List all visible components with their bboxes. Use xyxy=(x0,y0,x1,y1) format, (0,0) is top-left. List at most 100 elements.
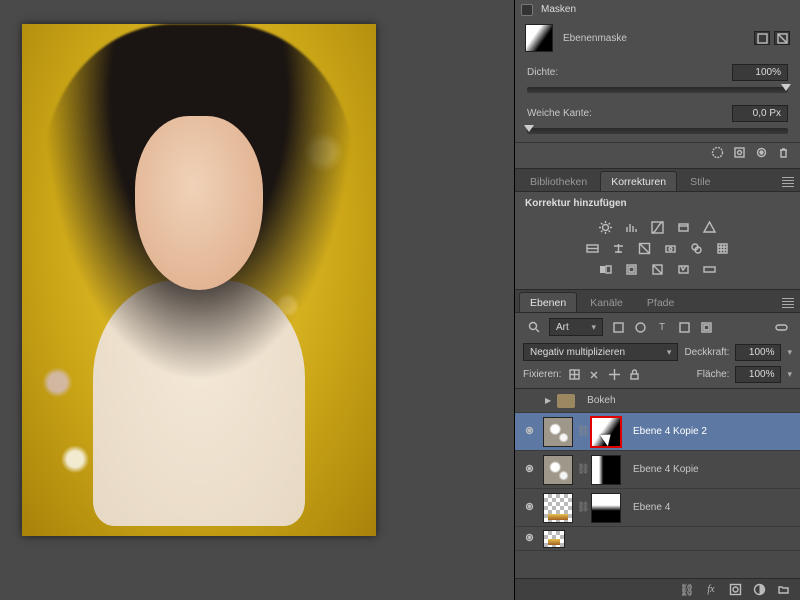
layers-footer: ⛓ fx xyxy=(515,578,800,600)
fx-icon[interactable]: fx xyxy=(704,583,718,596)
layer-group-row[interactable]: ▶ Bokeh xyxy=(515,389,800,413)
layer-name[interactable]: Ebene 4 Kopie xyxy=(633,464,699,475)
masks-panel-title: Masken xyxy=(541,4,576,15)
layer-row[interactable]: ⛓ Ebene 4 Kopie 2 xyxy=(515,413,800,451)
adj-vibrance[interactable] xyxy=(700,218,720,236)
canvas-area[interactable] xyxy=(0,0,514,600)
mask-type-label: Ebenenmaske xyxy=(563,33,750,44)
add-mask-icon[interactable] xyxy=(728,583,742,596)
mask-thumbnail[interactable] xyxy=(525,24,553,52)
adj-channel-mixer[interactable] xyxy=(687,239,707,257)
layer-mask-thumbnail[interactable] xyxy=(591,455,621,485)
panel-menu-icon[interactable] xyxy=(782,177,794,187)
layer-name[interactable]: Ebene 4 Kopie 2 xyxy=(633,426,707,437)
adj-brightness[interactable] xyxy=(596,218,616,236)
layer-name[interactable]: Ebene 4 xyxy=(633,502,670,513)
right-panels: Masken Ebenenmaske Dichte: 100% Weiche K… xyxy=(514,0,800,600)
link-layers-icon[interactable]: ⛓ xyxy=(680,583,694,596)
link-icon[interactable]: ⛓ xyxy=(577,502,587,513)
delete-mask-icon[interactable] xyxy=(776,146,790,159)
chevron-down-icon[interactable]: ▾ xyxy=(787,347,792,358)
filter-type-icon[interactable]: T xyxy=(655,320,669,334)
disclosure-triangle-icon[interactable]: ▶ xyxy=(545,396,551,405)
adj-gradient-map[interactable] xyxy=(700,260,720,278)
feather-slider[interactable] xyxy=(527,128,788,134)
layer-mask-thumbnail[interactable] xyxy=(591,417,621,447)
layer-row[interactable] xyxy=(515,527,800,551)
fill-field[interactable]: 100% xyxy=(735,366,781,383)
link-icon[interactable]: ⛓ xyxy=(577,426,587,437)
layer-row[interactable]: ⛓ Ebene 4 xyxy=(515,489,800,527)
lock-all-icon[interactable] xyxy=(627,368,641,382)
visibility-icon[interactable] xyxy=(519,424,539,440)
layers-panel: Ebenen Kanäle Pfade Art▾ T xyxy=(515,290,800,600)
layer-thumbnail[interactable] xyxy=(543,455,573,485)
layer-filter-select[interactable]: Art▾ xyxy=(549,318,603,336)
adj-posterize[interactable] xyxy=(622,260,642,278)
adj-threshold[interactable] xyxy=(648,260,668,278)
vector-mask-button[interactable] xyxy=(774,31,790,45)
visibility-icon[interactable] xyxy=(519,462,539,478)
panel-menu-icon[interactable] xyxy=(782,298,794,308)
visibility-icon[interactable] xyxy=(519,531,539,547)
fill-label: Fläche: xyxy=(697,369,730,380)
layer-list[interactable]: ▶ Bokeh ⛓ Ebene 4 Kopie 2 ⛓ Ebene 4 Kopi… xyxy=(515,389,800,578)
opacity-field[interactable]: 100% xyxy=(735,344,781,361)
selection-from-mask-icon[interactable] xyxy=(710,146,724,159)
toggle-mask-icon[interactable] xyxy=(754,146,768,159)
layer-thumbnail[interactable] xyxy=(543,530,565,548)
opacity-label: Deckkraft: xyxy=(684,347,729,358)
lock-pixels-icon[interactable] xyxy=(587,368,601,382)
new-adjustment-icon[interactable] xyxy=(752,583,766,596)
layer-name[interactable]: Bokeh xyxy=(587,395,615,406)
adjustments-tabs: Bibliotheken Korrekturen Stile xyxy=(515,169,800,192)
adjustments-panel: Bibliotheken Korrekturen Stile Korrektur… xyxy=(515,169,800,290)
feather-label: Weiche Kante: xyxy=(527,108,617,119)
filter-shape-icon[interactable] xyxy=(677,320,691,334)
link-icon[interactable]: ⛓ xyxy=(577,464,587,475)
adj-curves[interactable] xyxy=(648,218,668,236)
tab-stile[interactable]: Stile xyxy=(679,171,721,191)
layer-thumbnail[interactable] xyxy=(543,493,573,523)
density-label: Dichte: xyxy=(527,67,617,78)
lock-position-icon[interactable] xyxy=(607,368,621,382)
pixel-mask-button[interactable] xyxy=(754,31,770,45)
visibility-icon[interactable] xyxy=(519,500,539,516)
adj-lut[interactable] xyxy=(713,239,733,257)
tab-kanaele[interactable]: Kanäle xyxy=(579,292,634,312)
adj-invert[interactable] xyxy=(596,260,616,278)
layer-thumbnail[interactable] xyxy=(543,417,573,447)
tab-bibliotheken[interactable]: Bibliotheken xyxy=(519,171,598,191)
tab-korrekturen[interactable]: Korrekturen xyxy=(600,171,677,191)
filter-toggle[interactable] xyxy=(774,320,788,334)
adj-levels[interactable] xyxy=(622,218,642,236)
adj-hue-sat[interactable] xyxy=(583,239,603,257)
layer-row[interactable]: ⛓ Ebene 4 Kopie xyxy=(515,451,800,489)
filter-search-icon[interactable] xyxy=(527,320,541,334)
density-field[interactable]: 100% xyxy=(732,64,788,81)
folder-icon xyxy=(557,394,575,408)
new-group-icon[interactable] xyxy=(776,583,790,596)
mask-mode-icon[interactable] xyxy=(521,4,533,16)
layer-mask-thumbnail[interactable] xyxy=(591,493,621,523)
adj-color-balance[interactable] xyxy=(609,239,629,257)
adj-photo-filter[interactable] xyxy=(661,239,681,257)
chevron-down-icon[interactable]: ▾ xyxy=(787,369,792,380)
masks-panel: Masken Ebenenmaske Dichte: 100% Weiche K… xyxy=(515,0,800,169)
vector-mask-icon xyxy=(776,32,789,45)
filter-smart-icon[interactable] xyxy=(699,320,713,334)
filter-pixel-icon[interactable] xyxy=(611,320,625,334)
apply-mask-icon[interactable] xyxy=(732,146,746,159)
adj-selective-color[interactable] xyxy=(674,260,694,278)
pixel-mask-icon xyxy=(756,32,769,45)
tab-ebenen[interactable]: Ebenen xyxy=(519,292,577,312)
blend-mode-select[interactable]: Negativ multiplizieren▾ xyxy=(523,343,678,361)
tab-pfade[interactable]: Pfade xyxy=(636,292,685,312)
density-slider[interactable] xyxy=(527,87,788,93)
filter-adjustment-icon[interactable] xyxy=(633,320,647,334)
feather-field[interactable]: 0,0 Px xyxy=(732,105,788,122)
adj-exposure[interactable] xyxy=(674,218,694,236)
lock-transparency-icon[interactable] xyxy=(567,368,581,382)
document-image[interactable] xyxy=(22,24,376,536)
adj-bw[interactable] xyxy=(635,239,655,257)
